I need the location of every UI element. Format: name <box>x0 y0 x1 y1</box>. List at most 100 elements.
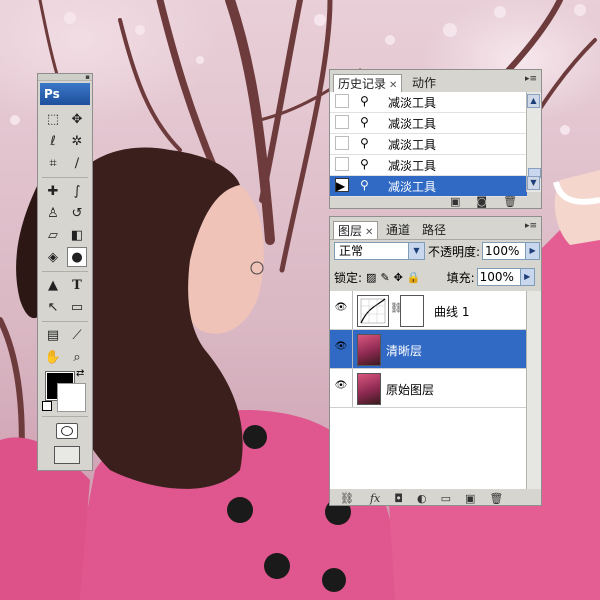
trash-icon[interactable]: 🗑 <box>489 492 503 505</box>
eraser-tool-icon[interactable]: ▱ <box>43 225 63 245</box>
tab-actions[interactable]: 动作 <box>408 74 440 92</box>
move-tool-icon[interactable]: ✥ <box>67 109 87 129</box>
close-icon[interactable]: ▪ <box>85 73 90 81</box>
layer-mask-thumb[interactable] <box>400 295 424 327</box>
direct-select-tool-icon[interactable]: ↖ <box>43 297 63 317</box>
burn-tool-icon[interactable]: ● <box>67 247 87 267</box>
snapshot-checkbox[interactable] <box>335 115 349 129</box>
layers-list: 👁 ⛓ 曲线 1 👁 清晰层 👁 原始图层 <box>330 291 527 489</box>
chevron-right-icon[interactable]: ▶ <box>525 243 540 259</box>
magic-wand-tool-icon[interactable]: ✲ <box>67 131 87 151</box>
snapshot-checkbox[interactable] <box>335 136 349 150</box>
tab-layers[interactable]: 图层 ✕ <box>333 221 379 239</box>
eyedropper-tool-icon[interactable]: ⟋ <box>67 325 87 345</box>
layers-panel: 图层 ✕ 通道 路径 ▸≡ 正常 ▼ 不透明度: 100% ▶ 锁定: ▨ ✎ ✥… <box>329 216 542 506</box>
tab-paths[interactable]: 路径 <box>418 221 450 239</box>
scroll-down-icon[interactable]: ▼ <box>527 176 540 190</box>
snapshot-checkbox[interactable] <box>335 157 349 171</box>
fill-label: 填充: <box>446 270 475 285</box>
history-footer: ▣ ◙ 🗑 <box>440 192 517 210</box>
dodge-tool-icon: ⚲ <box>360 157 369 171</box>
layer-thumb <box>357 373 381 405</box>
history-item[interactable]: ⚲ 减淡工具 <box>330 113 527 134</box>
blur-tool-icon[interactable]: ◈ <box>43 247 63 267</box>
tab-channels[interactable]: 通道 <box>382 221 414 239</box>
crop-tool-icon[interactable]: ⌗ <box>43 153 63 173</box>
lock-all-icon[interactable]: 🔒 <box>407 271 421 284</box>
type-tool-icon[interactable]: T <box>67 275 87 295</box>
blend-mode-select[interactable]: 正常 ▼ <box>334 242 425 260</box>
add-mask-icon[interactable]: ◘ <box>394 492 403 505</box>
layer-row-curves[interactable]: 👁 ⛓ 曲线 1 <box>330 291 527 330</box>
lock-row: 锁定: ▨ ✎ ✥ 🔒 填充: 100% ▶ <box>334 267 535 287</box>
layer-style-icon[interactable]: fx <box>370 492 380 505</box>
lock-transparency-icon[interactable]: ▨ <box>366 271 376 284</box>
layer-row-original[interactable]: 👁 原始图层 <box>330 369 527 408</box>
new-group-icon[interactable]: ▭ <box>441 492 451 505</box>
history-item[interactable]: ⚲ 减淡工具 <box>330 134 527 155</box>
chevron-right-icon[interactable]: ▶ <box>519 269 534 285</box>
layer-divider <box>352 291 353 329</box>
new-snapshot-icon[interactable]: ◙ <box>476 195 487 208</box>
toolbox-grip[interactable]: ▪ <box>38 73 92 81</box>
screen-mode-icon[interactable] <box>54 446 80 464</box>
eye-icon[interactable]: 👁 <box>334 302 348 316</box>
history-panel: 历史记录 ✕ 动作 ▸≡ ⚲ 减淡工具 ⚲ 减淡工具 ⚲ 减淡工具 ⚲ 减淡工具 … <box>329 69 542 209</box>
paint-bucket-tool-icon[interactable]: ◧ <box>67 225 87 245</box>
lock-pixels-icon[interactable]: ✎ <box>380 271 389 284</box>
panel-menu-icon[interactable]: ▸≡ <box>525 74 537 84</box>
zoom-tool-icon[interactable]: ⌕ <box>67 347 87 367</box>
history-item[interactable]: ⚲ 减淡工具 <box>330 92 527 113</box>
opacity-input[interactable]: 100% ▶ <box>482 242 541 260</box>
path-select-tool-icon[interactable]: ▲ <box>43 275 63 295</box>
shape-tool-icon[interactable]: ▭ <box>67 297 87 317</box>
toolbox: ▪ Ps ⬚ ✥ ℓ ✲ ⌗ ∕ ✚ ∫ ♙ ↺ ▱ ◧ ◈ ● ▲ T ↖ ▭… <box>37 73 93 471</box>
layer-name[interactable]: 清晰层 <box>386 342 422 359</box>
panel-menu-icon[interactable]: ▸≡ <box>525 221 537 231</box>
snapshot-checkbox[interactable] <box>335 94 349 108</box>
layer-thumb <box>357 334 381 366</box>
brush-tool-icon[interactable]: ∫ <box>67 181 87 201</box>
close-icon[interactable]: ✕ <box>389 80 397 91</box>
fill-input[interactable]: 100% ▶ <box>476 268 535 286</box>
rect-marquee-tool-icon[interactable]: ⬚ <box>43 109 63 129</box>
dodge-tool-icon: ⚲ <box>360 136 369 150</box>
new-document-icon[interactable]: ▣ <box>450 195 460 208</box>
history-state-marker-icon[interactable]: ▶ <box>335 178 349 193</box>
history-brush-tool-icon[interactable]: ↺ <box>67 203 87 223</box>
clone-stamp-tool-icon[interactable]: ♙ <box>43 203 63 223</box>
adjustment-layer-icon[interactable]: ◐ <box>417 492 427 505</box>
hand-tool-icon[interactable]: ✋ <box>43 347 63 367</box>
tab-history[interactable]: 历史记录 ✕ <box>333 74 403 92</box>
layer-row-sharp[interactable]: 👁 清晰层 <box>330 330 527 369</box>
history-scrollbar[interactable]: ▲ ▼ <box>526 92 541 192</box>
background-color-swatch[interactable] <box>57 383 86 412</box>
eye-icon[interactable]: 👁 <box>334 341 348 355</box>
notes-tool-icon[interactable]: ▤ <box>43 325 63 345</box>
blend-row: 正常 ▼ 不透明度: 100% ▶ <box>334 241 541 261</box>
layers-tabs: 图层 ✕ 通道 路径 ▸≡ <box>330 217 541 240</box>
dodge-tool-icon: ⚲ <box>360 115 369 129</box>
quick-mask-icon[interactable] <box>56 423 78 439</box>
trash-icon[interactable]: 🗑 <box>503 195 517 208</box>
lasso-tool-icon[interactable]: ℓ <box>43 131 63 151</box>
layers-footer: ⛓ fx ◘ ◐ ▭ ▣ 🗑 <box>336 489 503 507</box>
chevron-down-icon[interactable]: ▼ <box>408 243 424 259</box>
new-layer-icon[interactable]: ▣ <box>465 492 475 505</box>
dodge-tool-icon: ⚲ <box>360 178 369 192</box>
layer-name[interactable]: 曲线 1 <box>434 303 469 320</box>
eye-icon[interactable]: 👁 <box>334 380 348 394</box>
dodge-tool-icon: ⚲ <box>360 94 369 108</box>
swap-colors-icon[interactable]: ⇄ <box>76 368 84 379</box>
layers-scrollbar[interactable] <box>526 291 541 489</box>
ps-logo[interactable]: Ps <box>40 83 90 105</box>
slice-tool-icon[interactable]: ∕ <box>67 153 87 173</box>
scroll-up-icon[interactable]: ▲ <box>527 94 540 108</box>
default-colors-icon[interactable] <box>42 401 52 411</box>
history-item[interactable]: ⚲ 减淡工具 <box>330 155 527 176</box>
healing-brush-tool-icon[interactable]: ✚ <box>43 181 63 201</box>
lock-position-icon[interactable]: ✥ <box>394 271 403 284</box>
layer-name[interactable]: 原始图层 <box>386 381 434 398</box>
close-icon[interactable]: ✕ <box>365 227 373 238</box>
link-layers-icon[interactable]: ⛓ <box>340 492 354 505</box>
